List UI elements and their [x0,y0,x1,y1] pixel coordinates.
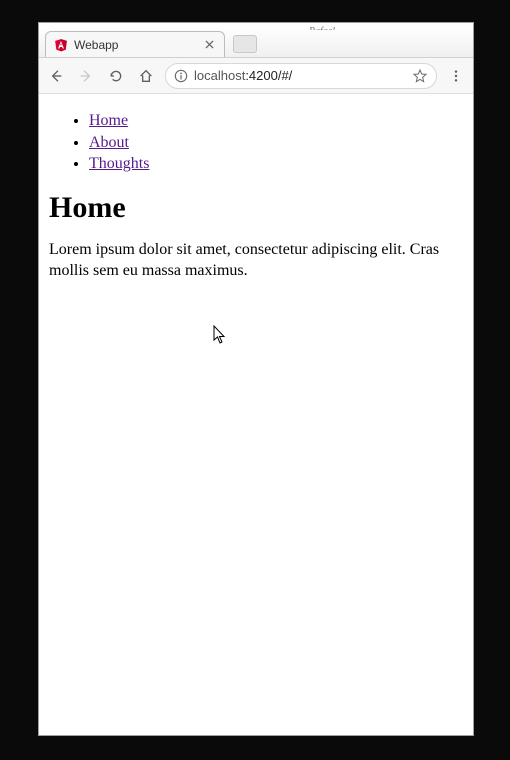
list-item: Thoughts [89,153,463,175]
url-path: :4200/#/ [245,68,292,83]
forward-button[interactable] [75,65,97,87]
window-titlebar: Rafael [39,23,473,30]
site-info-icon[interactable] [174,69,188,83]
page-content: Home About Thoughts Home Lorem ipsum dol… [39,94,473,735]
tab-strip: Webapp [39,30,473,58]
url-text: localhost:4200/#/ [194,68,406,83]
nav-link-about[interactable]: About [89,134,129,151]
address-bar[interactable]: localhost:4200/#/ [165,63,437,89]
url-host: localhost [194,68,245,83]
page-heading: Home [49,191,463,225]
tab-close-button[interactable] [202,38,216,52]
browser-window: Rafael Webapp [38,22,474,736]
page-body-text: Lorem ipsum dolor sit amet, consectetur … [49,239,463,282]
angular-icon [54,38,68,52]
back-button[interactable] [45,65,67,87]
tab-title: Webapp [74,38,202,52]
browser-toolbar: localhost:4200/#/ [39,58,473,94]
browser-tab[interactable]: Webapp [45,31,225,57]
list-item: Home [89,110,463,132]
reload-button[interactable] [105,65,127,87]
browser-menu-button[interactable] [445,65,467,87]
bookmark-star-icon[interactable] [412,68,428,84]
new-tab-button[interactable] [233,35,257,53]
nav-link-home[interactable]: Home [89,112,128,129]
nav-link-thoughts[interactable]: Thoughts [89,155,149,172]
home-button[interactable] [135,65,157,87]
nav-list: Home About Thoughts [49,110,463,175]
list-item: About [89,132,463,154]
